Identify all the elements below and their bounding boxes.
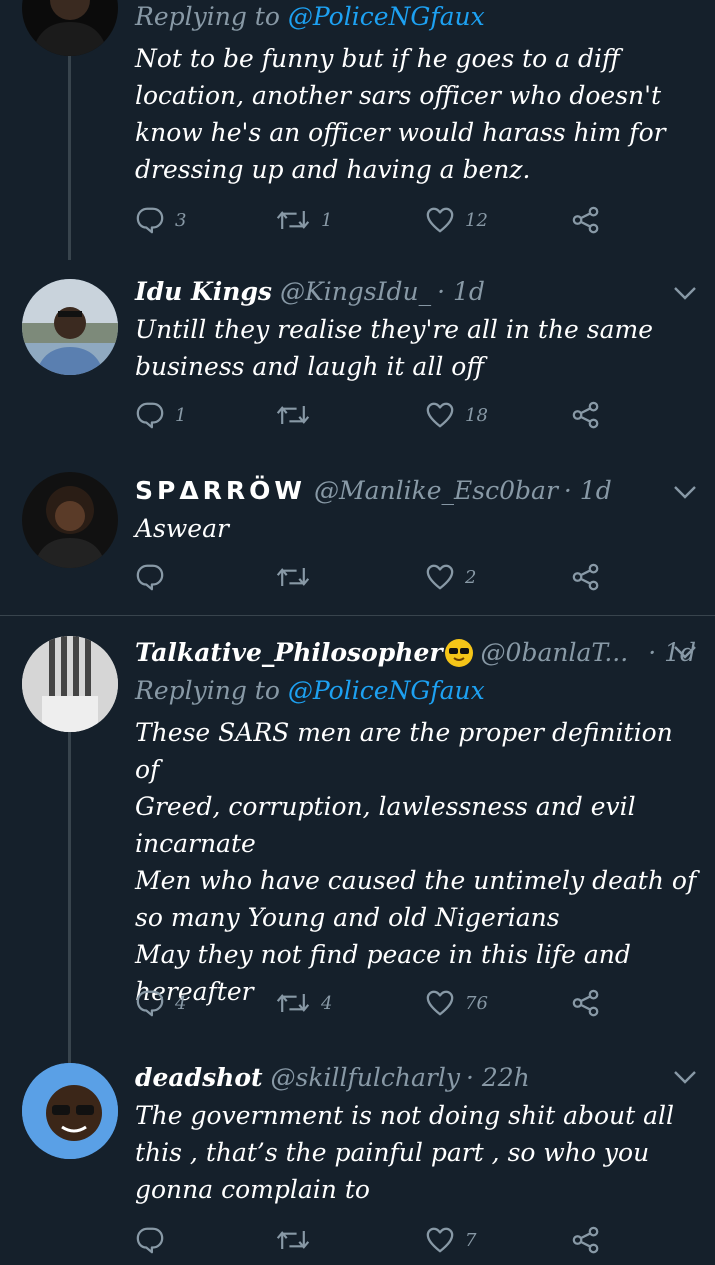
- share-icon: [571, 562, 601, 592]
- retweet-icon: [275, 205, 311, 235]
- like-count: 12: [465, 209, 488, 231]
- like-button[interactable]: 2: [425, 562, 476, 592]
- tweet-header: SPΔRRÖW @Manlike_Esc0bar · 1d: [135, 474, 612, 508]
- like-icon: [425, 1225, 455, 1255]
- retweet-icon: [275, 988, 311, 1018]
- tweet-4[interactable]: deadshot @skillfulcharly · 22h The gover…: [0, 1045, 715, 1265]
- replies-feed: Replying to @PoliceNGfaux Not to be funn…: [0, 0, 715, 1265]
- chevron-down-icon[interactable]: [672, 283, 698, 303]
- like-icon: [425, 400, 455, 430]
- reply-button[interactable]: [135, 1225, 175, 1255]
- chevron-down-icon[interactable]: [672, 1067, 698, 1087]
- action-bar: 1 18: [135, 400, 615, 436]
- display-name[interactable]: deadshot: [135, 1061, 263, 1095]
- display-name[interactable]: SPΔRRÖW: [135, 474, 306, 508]
- chevron-down-icon[interactable]: [672, 642, 698, 662]
- retweet-icon: [275, 1225, 311, 1255]
- like-count: 18: [465, 404, 488, 426]
- like-button[interactable]: 18: [425, 400, 488, 430]
- tweet-header: deadshot @skillfulcharly · 22h: [135, 1061, 530, 1095]
- reply-icon: [135, 988, 165, 1018]
- retweet-button[interactable]: [275, 562, 321, 592]
- display-name[interactable]: Talkative_Philosopher: [135, 636, 443, 670]
- reply-icon: [135, 1225, 165, 1255]
- share-icon: [571, 1225, 601, 1255]
- like-icon: [425, 988, 455, 1018]
- replying-handle-link[interactable]: @PoliceNGfaux: [288, 676, 485, 705]
- share-icon: [571, 205, 601, 235]
- tweet-1[interactable]: Idu Kings @KingsIdu_ · 1d Untill they re…: [0, 265, 715, 460]
- retweet-count: 4: [321, 992, 333, 1014]
- tweet-3[interactable]: Talkative_Philosopher @0banlaT... · 1d R…: [0, 616, 715, 1040]
- like-button[interactable]: 76: [425, 988, 488, 1018]
- action-bar: 7: [135, 1225, 615, 1261]
- share-icon: [571, 988, 601, 1018]
- sunglasses-emoji-icon: [444, 639, 473, 667]
- action-bar: 2: [135, 562, 615, 598]
- share-button[interactable]: [571, 1225, 601, 1255]
- replying-to: Replying to @PoliceNGfaux: [135, 0, 485, 34]
- retweet-button[interactable]: [275, 1225, 321, 1255]
- reply-button[interactable]: [135, 562, 175, 592]
- replying-to: Replying to @PoliceNGfaux: [135, 674, 485, 708]
- tweet-text: Aswear: [135, 514, 229, 543]
- retweet-button[interactable]: 1: [275, 205, 332, 235]
- reply-icon: [135, 562, 165, 592]
- like-button[interactable]: 12: [425, 205, 488, 235]
- timestamp[interactable]: · 1d: [437, 275, 485, 309]
- share-button[interactable]: [571, 562, 601, 592]
- reply-icon: [135, 400, 165, 430]
- action-bar: 3 1 12: [135, 205, 615, 241]
- tweet-text: Not to be funny but if he goes to a diff…: [135, 44, 666, 184]
- share-button[interactable]: [571, 988, 601, 1018]
- reply-count: 4: [175, 992, 187, 1014]
- like-count: 76: [465, 992, 488, 1014]
- reply-button[interactable]: 4: [135, 988, 186, 1018]
- replying-handle-link[interactable]: @PoliceNGfaux: [288, 2, 485, 31]
- chevron-down-icon[interactable]: [672, 482, 698, 502]
- reply-button[interactable]: 3: [135, 205, 186, 235]
- avatar[interactable]: [22, 472, 118, 568]
- user-handle[interactable]: @0banlaT...: [481, 636, 629, 670]
- avatar[interactable]: [22, 279, 118, 375]
- user-handle[interactable]: @KingsIdu_: [280, 275, 431, 309]
- reply-button[interactable]: 1: [135, 400, 186, 430]
- like-button[interactable]: 7: [425, 1225, 476, 1255]
- avatar[interactable]: [22, 0, 118, 56]
- tweet-text: These SARS men are the proper definition…: [135, 718, 697, 1006]
- tweet-text: Untill they realise they're all in the s…: [135, 315, 654, 381]
- retweet-icon: [275, 400, 311, 430]
- avatar[interactable]: [22, 636, 118, 732]
- action-bar: 4 4 76: [135, 988, 615, 1024]
- user-handle[interactable]: @skillfulcharly: [271, 1061, 460, 1095]
- share-icon: [571, 400, 601, 430]
- tweet-header: Idu Kings @KingsIdu_ · 1d: [135, 275, 485, 309]
- tweet-text: The government is not doing shit about a…: [135, 1101, 675, 1204]
- replying-label: Replying to: [135, 2, 280, 31]
- reply-icon: [135, 205, 165, 235]
- like-count: 2: [465, 566, 477, 588]
- retweet-count: 1: [321, 209, 333, 231]
- retweet-button[interactable]: [275, 400, 321, 430]
- tweet-header: Talkative_Philosopher @0banlaT... · 1d: [135, 636, 696, 670]
- avatar[interactable]: [22, 1063, 118, 1159]
- tweet-2[interactable]: SPΔRRÖW @Manlike_Esc0bar · 1d Aswear 2: [0, 460, 715, 615]
- timestamp[interactable]: · 22h: [466, 1061, 530, 1095]
- like-count: 7: [465, 1229, 477, 1251]
- reply-count: 1: [175, 404, 187, 426]
- like-icon: [425, 205, 455, 235]
- display-name[interactable]: Idu Kings: [135, 275, 272, 309]
- share-button[interactable]: [571, 205, 601, 235]
- reply-count: 3: [175, 209, 187, 231]
- user-handle[interactable]: @Manlike_Esc0bar: [314, 474, 558, 508]
- retweet-icon: [275, 562, 311, 592]
- like-icon: [425, 562, 455, 592]
- timestamp[interactable]: · 1d: [564, 474, 612, 508]
- share-button[interactable]: [571, 400, 601, 430]
- retweet-button[interactable]: 4: [275, 988, 332, 1018]
- tweet-0[interactable]: Replying to @PoliceNGfaux Not to be funn…: [0, 0, 715, 260]
- replying-label: Replying to: [135, 676, 280, 705]
